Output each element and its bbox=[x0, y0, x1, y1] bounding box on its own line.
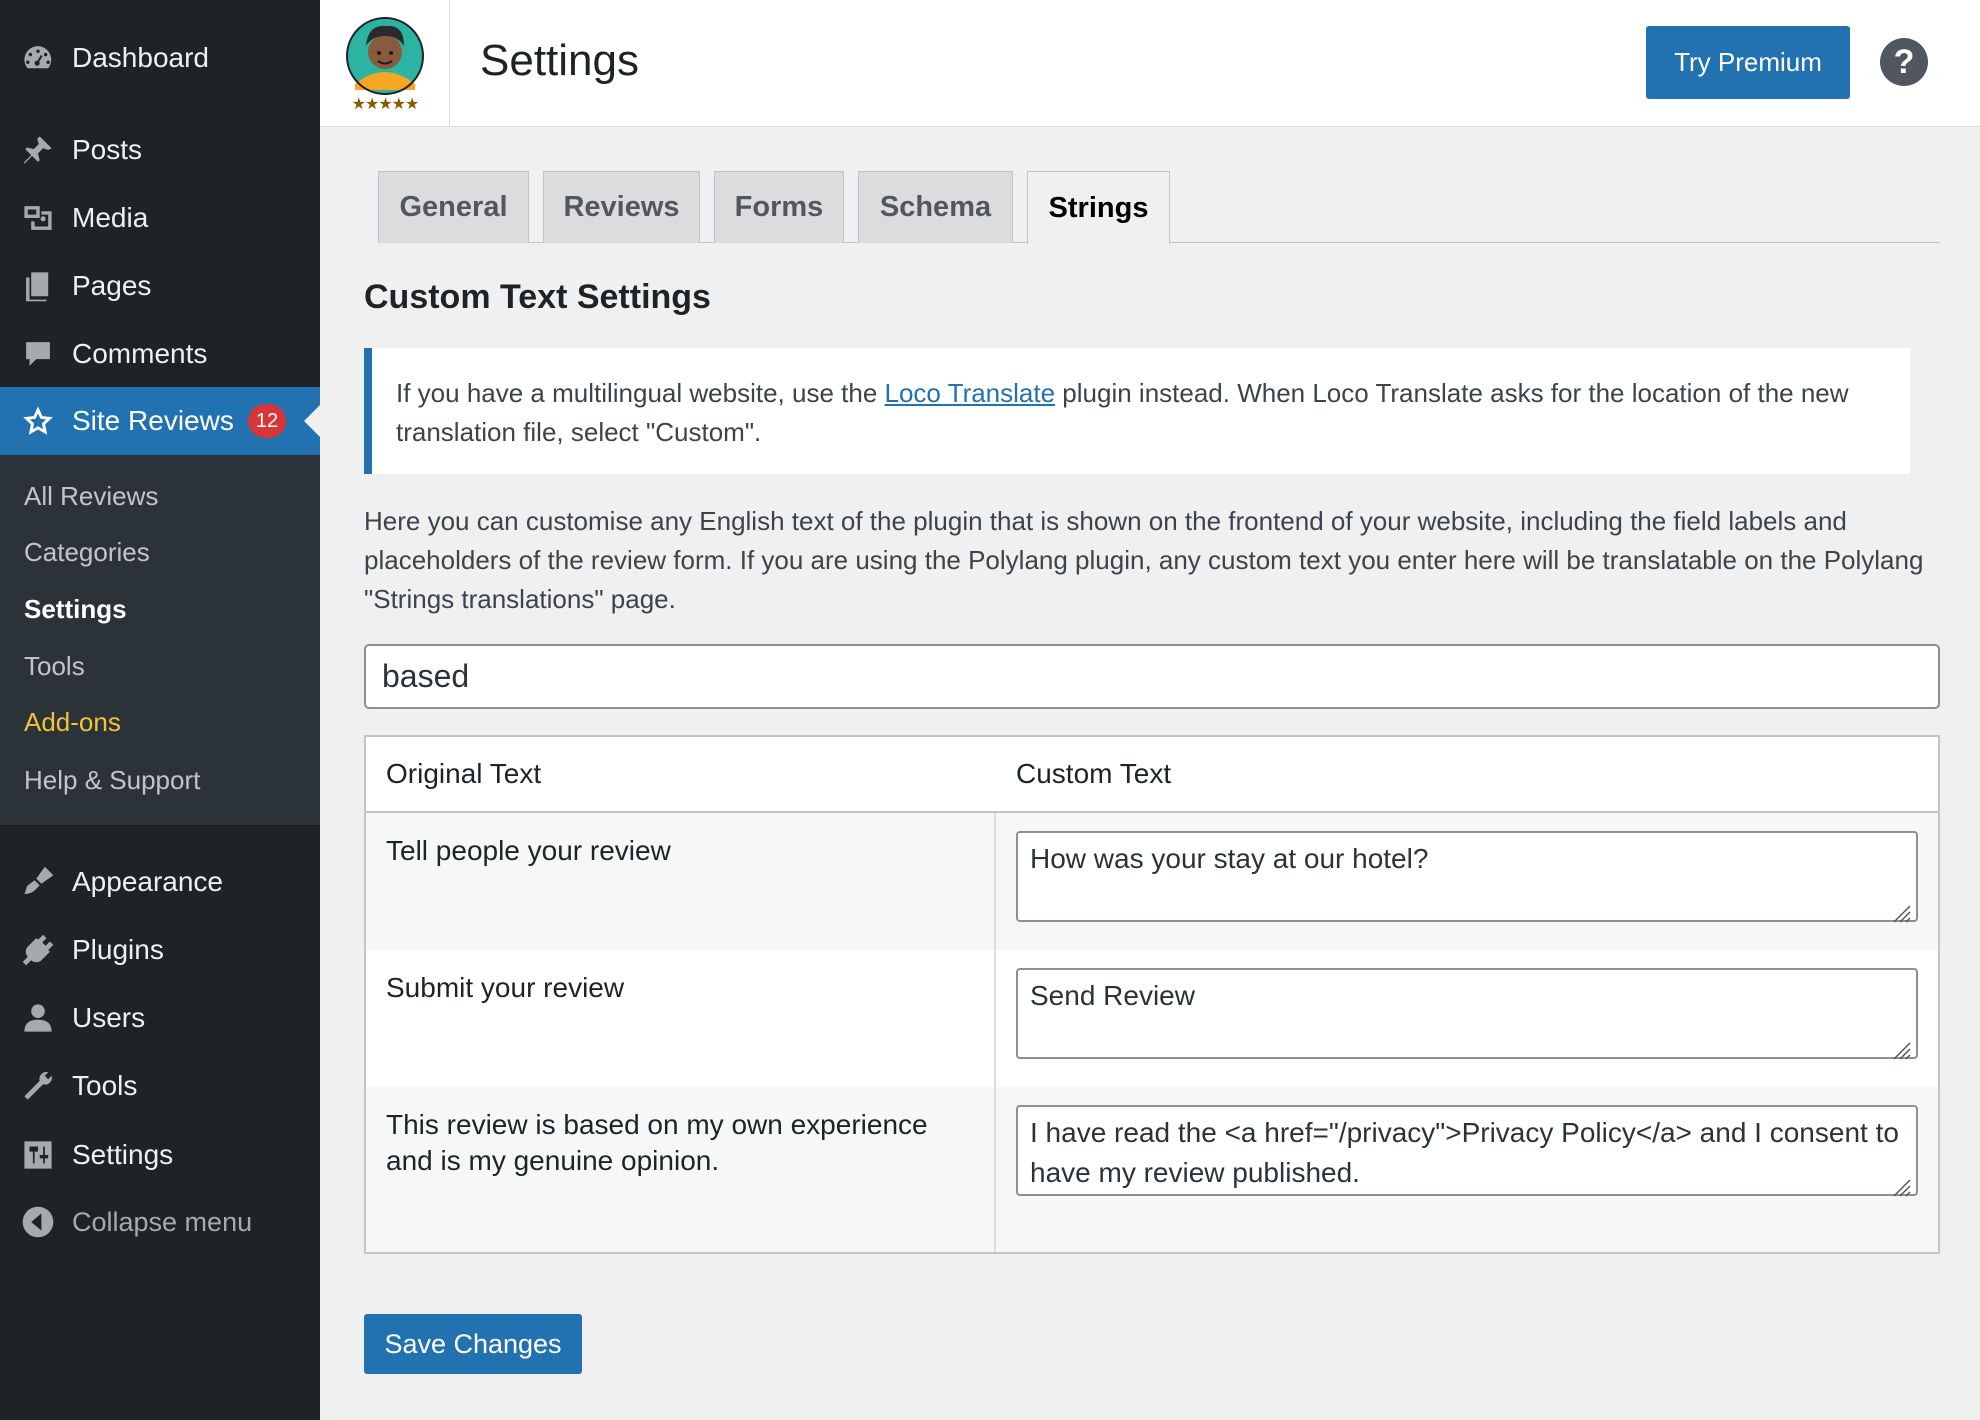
help-icon[interactable]: ? bbox=[1880, 38, 1928, 86]
table-row: Submit your review Send Review bbox=[366, 950, 1938, 1087]
custom-text-field[interactable]: Send Review bbox=[1016, 968, 1918, 1059]
original-text: Submit your review bbox=[386, 972, 625, 1003]
pushpin-icon bbox=[18, 130, 58, 170]
menu-item-tools[interactable]: Tools bbox=[0, 1052, 320, 1120]
menu-label: Settings bbox=[72, 1139, 174, 1170]
strings-search-input[interactable] bbox=[364, 644, 1940, 709]
submenu-categories[interactable]: Categories bbox=[24, 537, 150, 568]
settings-tabs: General Reviews Forms Schema Strings bbox=[378, 171, 1940, 244]
menu-label: Plugins bbox=[72, 934, 164, 965]
wrench-icon bbox=[18, 1066, 58, 1106]
menu-item-media[interactable]: Media bbox=[0, 184, 320, 252]
loco-translate-link[interactable]: Loco Translate bbox=[885, 378, 1056, 408]
collapse-menu-button[interactable]: Collapse menu bbox=[0, 1188, 320, 1256]
try-premium-button[interactable]: Try Premium bbox=[1646, 26, 1850, 99]
save-changes-button[interactable]: Save Changes bbox=[364, 1314, 582, 1374]
menu-label: Site Reviews bbox=[72, 405, 234, 436]
menu-item-plugins[interactable]: Plugins bbox=[0, 916, 320, 984]
column-header-original: Original Text bbox=[386, 758, 542, 789]
section-title: Custom Text Settings bbox=[364, 278, 711, 316]
intro-description: Here you can customise any English text … bbox=[364, 506, 1924, 614]
speech-bubble-icon bbox=[18, 334, 58, 374]
menu-item-comments[interactable]: Comments bbox=[0, 320, 320, 388]
menu-item-dashboard[interactable]: Dashboard bbox=[0, 24, 320, 92]
strings-table: Original Text Custom Text Tell people yo… bbox=[364, 735, 1940, 1254]
original-text: This review is based on my own experienc… bbox=[366, 1087, 994, 1252]
active-indicator bbox=[304, 405, 320, 437]
page-header: ★★★★★ Settings Try Premium ? bbox=[320, 0, 1980, 127]
menu-label: Comments bbox=[72, 338, 208, 369]
tab-reviews[interactable]: Reviews bbox=[543, 171, 700, 243]
menu-item-settings[interactable]: Settings bbox=[0, 1121, 320, 1189]
notice-text: If you have a multilingual website, use … bbox=[396, 378, 885, 408]
submenu-settings[interactable]: Settings bbox=[24, 594, 127, 625]
menu-item-site-reviews[interactable]: Site Reviews 12 bbox=[0, 387, 320, 455]
menu-label: Users bbox=[72, 1002, 146, 1033]
logo-stars: ★★★★★ bbox=[351, 96, 420, 113]
menu-label: Appearance bbox=[72, 866, 224, 897]
menu-item-posts[interactable]: Posts bbox=[0, 116, 320, 184]
menu-label: Tools bbox=[72, 1070, 138, 1101]
custom-text-cell: I have read the <a href="/privacy">Priva… bbox=[996, 1087, 1938, 1252]
media-icon bbox=[18, 198, 58, 238]
star-outline-icon bbox=[18, 401, 58, 441]
menu-label: Media bbox=[72, 202, 149, 233]
review-count-badge: 12 bbox=[247, 404, 287, 438]
paintbrush-icon bbox=[18, 862, 58, 902]
tab-strings[interactable]: Strings bbox=[1027, 171, 1170, 244]
menu-label: Pages bbox=[72, 270, 152, 301]
user-icon bbox=[18, 998, 58, 1038]
collapse-arrow-icon bbox=[18, 1202, 58, 1242]
custom-text-field[interactable]: I have read the <a href="/privacy">Priva… bbox=[1016, 1105, 1918, 1196]
submenu-help-support[interactable]: Help & Support bbox=[24, 765, 200, 796]
page-title: Settings bbox=[480, 36, 639, 85]
admin-sidebar: Dashboard Posts Media Pages Comments Sit… bbox=[0, 0, 320, 1420]
dashboard-icon bbox=[18, 38, 58, 78]
tab-forms[interactable]: Forms bbox=[714, 171, 844, 243]
tab-general[interactable]: General bbox=[378, 171, 529, 243]
custom-text-cell: How was your stay at our hotel? bbox=[996, 813, 1938, 950]
settings-sliders-icon bbox=[18, 1135, 58, 1175]
tab-schema[interactable]: Schema bbox=[858, 171, 1013, 243]
menu-label: Posts bbox=[72, 134, 143, 165]
plug-icon bbox=[18, 930, 58, 970]
menu-label: Collapse menu bbox=[72, 1206, 253, 1237]
column-divider bbox=[994, 813, 996, 1252]
pages-icon bbox=[18, 266, 58, 306]
submenu-all-reviews[interactable]: All Reviews bbox=[24, 481, 158, 512]
site-reviews-submenu: All Reviews Categories Settings Tools Ad… bbox=[0, 455, 320, 825]
submenu-tools[interactable]: Tools bbox=[24, 651, 85, 682]
custom-text-field[interactable]: How was your stay at our hotel? bbox=[1016, 831, 1918, 922]
menu-item-appearance[interactable]: Appearance bbox=[0, 848, 320, 916]
original-text: Tell people your review bbox=[366, 813, 994, 950]
plugin-logo: ★★★★★ bbox=[320, 0, 450, 126]
menu-item-pages[interactable]: Pages bbox=[0, 252, 320, 320]
submenu-addons[interactable]: Add-ons bbox=[24, 707, 121, 738]
column-header-custom: Custom Text bbox=[1016, 758, 1172, 789]
menu-label: Dashboard bbox=[72, 42, 209, 73]
table-row: Tell people your review How was your sta… bbox=[366, 813, 1938, 950]
custom-text-cell: Send Review bbox=[996, 950, 1938, 1087]
menu-item-users[interactable]: Users bbox=[0, 984, 320, 1052]
table-row: This review is based on my own experienc… bbox=[366, 1087, 1938, 1252]
info-notice: If you have a multilingual website, use … bbox=[364, 348, 1910, 474]
